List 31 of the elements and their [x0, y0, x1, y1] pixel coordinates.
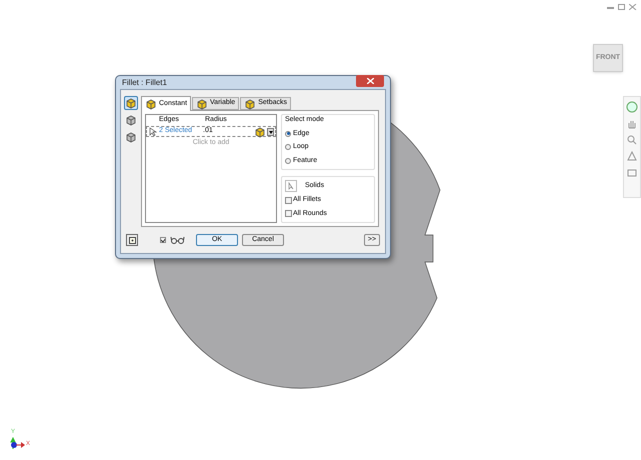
radio-button[interactable] [285, 144, 291, 150]
close-icon [366, 78, 374, 84]
radio-button[interactable] [285, 130, 291, 137]
cube-icon [145, 98, 157, 110]
preview-checkbox[interactable] [160, 237, 166, 243]
checkbox[interactable] [285, 196, 292, 204]
checkbox[interactable] [285, 210, 292, 218]
cube-icon [254, 126, 266, 138]
close-icon[interactable] [629, 4, 637, 10]
restore-icon[interactable] [618, 4, 626, 10]
pointer-icon [288, 182, 294, 190]
dialog-title: Fillet : Fillet1 [122, 76, 167, 88]
cube-icon [125, 97, 137, 109]
select-solids-button[interactable] [285, 180, 297, 192]
radio-button[interactable] [285, 158, 291, 164]
minimize-icon[interactable] [607, 4, 615, 10]
mode-button[interactable] [124, 96, 138, 110]
x-axis-arrow [11, 441, 25, 449]
pointer-icon [149, 127, 157, 136]
cube-icon [244, 98, 256, 110]
glasses-icon [170, 236, 186, 244]
mode-button[interactable] [124, 130, 138, 144]
cube-icon [125, 114, 137, 126]
mode-button[interactable] [124, 113, 138, 127]
zoom-icon[interactable] [627, 135, 637, 145]
close-button[interactable] [356, 74, 384, 86]
cube-icon [125, 131, 137, 143]
help-button[interactable] [126, 234, 138, 246]
cube-icon [196, 98, 208, 110]
help-icon [128, 236, 136, 244]
dropdown-icon[interactable] [267, 128, 274, 136]
